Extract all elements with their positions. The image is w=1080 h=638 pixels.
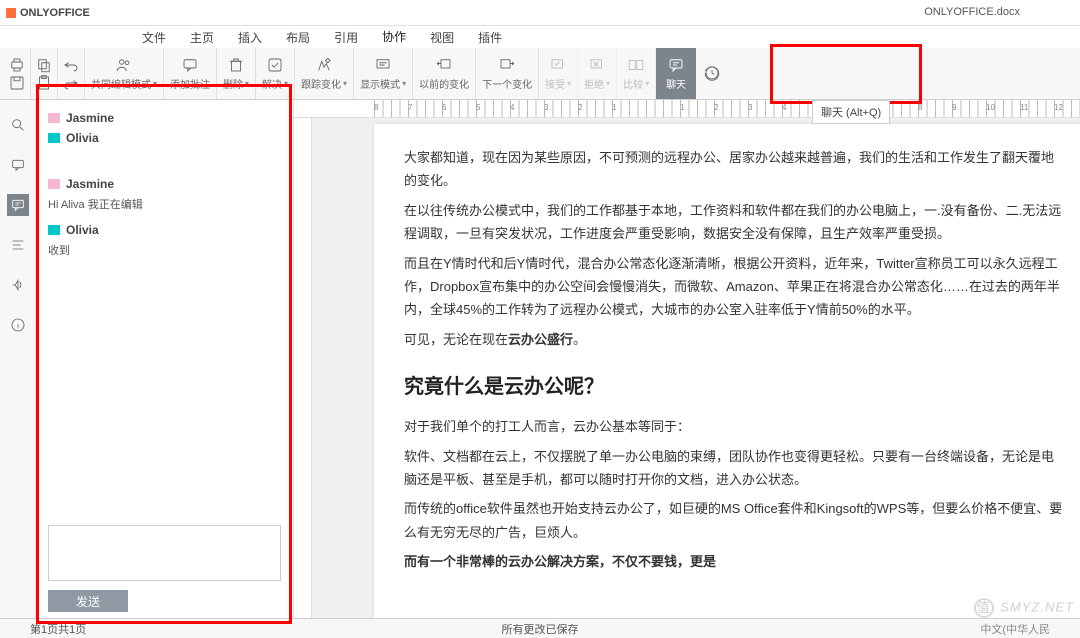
user-color-swatch (48, 225, 60, 235)
prev-change-icon (434, 56, 454, 74)
rail-headings[interactable] (7, 234, 29, 256)
menu-home[interactable]: 主页 (178, 26, 226, 49)
ribbon-clipboard (31, 48, 58, 99)
accept-icon (548, 56, 568, 74)
status-bar: 第1页共1页 所有更改已保存 中文(中华人民 (0, 618, 1080, 638)
paragraph[interactable]: 在以往传统办公模式中，我们的工作都基于本地，工作资料和软件都在我们的办公电脑上，… (404, 199, 1064, 246)
user-name: Jasmine (66, 111, 114, 125)
chat-user-row[interactable]: Jasmine (48, 108, 281, 128)
document-area: 8765432112345678910111213141516 大家都知道，现在… (294, 100, 1080, 620)
track-icon (314, 56, 334, 74)
history-icon (702, 64, 722, 82)
ribbon-track-changes[interactable]: 跟踪变化 (295, 48, 354, 99)
next-change-icon (497, 56, 517, 74)
reject-icon (587, 56, 607, 74)
chat-message-header: Olivia (48, 220, 281, 240)
compare-icon (626, 56, 646, 74)
paragraph[interactable]: 而且在Y情时代和后Y情时代，混合办公常态化逐渐清晰，根据公开资料，近年来，Twi… (404, 252, 1064, 322)
ribbon-coedit[interactable]: 共同编辑模式 (85, 48, 164, 99)
menu-layout[interactable]: 布局 (274, 26, 322, 49)
rail-comments[interactable] (7, 154, 29, 176)
title-bar: ONLYOFFICE ONLYOFFICE.docx (0, 0, 1080, 26)
menu-collaboration[interactable]: 协作 (370, 25, 418, 50)
paragraph[interactable]: 而有一个非常棒的云办公解决方案，不仅不要钱，更是 (404, 550, 1064, 573)
ribbon-prev-change[interactable]: 以前的变化 (413, 48, 476, 99)
status-page[interactable]: 第1页共1页 (30, 621, 86, 637)
document-page[interactable]: 大家都知道，现在因为某些原因，不可预测的远程办公、居家办公越来越普遍，我们的生活… (374, 124, 1080, 619)
ribbon-reject: 拒绝 (578, 48, 617, 99)
menu-file[interactable]: 文件 (130, 26, 178, 49)
ribbon-history[interactable] (696, 48, 728, 99)
trash-icon (226, 56, 246, 74)
paragraph[interactable]: 而传统的office软件虽然也开始支持云办公了，如巨硬的MS Office套件和… (404, 497, 1064, 544)
chat-icon (666, 56, 686, 74)
ribbon-quick-print (4, 48, 31, 99)
ribbon-undo-redo (58, 48, 85, 99)
ribbon-delete-comment[interactable]: 删除 (217, 48, 256, 99)
menu-references[interactable]: 引用 (322, 26, 370, 49)
menu-view[interactable]: 视图 (418, 26, 466, 49)
menu-bar: 文件 主页 插入 布局 引用 协作 视图 插件 (0, 26, 1080, 48)
user-color-swatch (48, 133, 60, 143)
rail-about[interactable] (7, 314, 29, 336)
undo-icon[interactable] (62, 57, 80, 73)
rail-feedback[interactable] (7, 274, 29, 296)
paragraph[interactable]: 对于我们单个的打工人而言，云办公基本等同于： (404, 415, 1064, 438)
chat-input[interactable] (48, 525, 281, 581)
left-rail (0, 100, 36, 620)
chat-message-header: Jasmine (48, 174, 281, 194)
comment-icon (180, 56, 200, 74)
chat-input-area: 发送 (48, 525, 281, 612)
vertical-ruler[interactable] (294, 118, 312, 620)
menu-insert[interactable]: 插入 (226, 26, 274, 49)
ribbon-next-change[interactable]: 下一个变化 (476, 48, 539, 99)
menu-plugins[interactable]: 插件 (466, 26, 514, 49)
ribbon-display-mode[interactable]: 显示模式 (354, 48, 413, 99)
check-icon (265, 56, 285, 74)
ribbon-resolve[interactable]: 解决 (256, 48, 295, 99)
main-area: Jasmine Olivia Jasmine Hi Aliva 我正在编辑 Ol… (0, 100, 1080, 620)
chat-message-text: 收到 (48, 240, 281, 266)
ribbon-compare: 比较 (617, 48, 656, 99)
display-icon (373, 56, 393, 74)
save-icon[interactable] (8, 75, 26, 91)
rail-chat[interactable] (7, 194, 29, 216)
users-icon (114, 56, 134, 74)
ribbon-accept: 接受 (539, 48, 578, 99)
chat-tooltip: 聊天 (Alt+Q) (812, 100, 890, 124)
ribbon-chat[interactable]: 聊天 (656, 48, 696, 99)
rail-search[interactable] (7, 114, 29, 136)
paragraph[interactable]: 软件、文档都在云上，不仅摆脱了单一办公电脑的束缚，团队协作也变得更轻松。只要有一… (404, 445, 1064, 492)
chat-user-row[interactable]: Olivia (48, 128, 281, 148)
chat-panel: Jasmine Olivia Jasmine Hi Aliva 我正在编辑 Ol… (36, 100, 294, 620)
user-name: Olivia (66, 131, 99, 145)
paragraph[interactable]: 大家都知道，现在因为某些原因，不可预测的远程办公、居家办公越来越普遍，我们的生活… (404, 146, 1064, 193)
paste-icon[interactable] (35, 75, 53, 91)
status-language[interactable]: 中文(中华人民 (980, 621, 1050, 637)
document-filename: ONLYOFFICE.docx (924, 6, 1020, 18)
send-button[interactable]: 发送 (48, 590, 128, 612)
user-name: Olivia (66, 223, 99, 237)
app-logo: ONLYOFFICE (6, 7, 90, 19)
redo-icon[interactable] (62, 75, 80, 91)
user-name: Jasmine (66, 177, 114, 191)
horizontal-ruler[interactable]: 8765432112345678910111213141516 (294, 100, 1080, 118)
heading[interactable]: 究竟什么是云办公呢？ (404, 369, 1064, 405)
user-color-swatch (48, 179, 60, 189)
chat-message-text: Hi Aliva 我正在编辑 (48, 194, 281, 220)
status-save: 所有更改已保存 (502, 621, 579, 637)
user-color-swatch (48, 113, 60, 123)
print-icon[interactable] (8, 57, 26, 73)
paragraph[interactable]: 可见，无论在现在云办公盛行。 (404, 328, 1064, 351)
copy-icon[interactable] (35, 57, 53, 73)
ribbon-add-comment[interactable]: 添加批注 (164, 48, 217, 99)
ribbon: 共同编辑模式 添加批注 删除 解决 跟踪变化 显示模式 以前的变化 下一个变化 … (0, 48, 1080, 100)
